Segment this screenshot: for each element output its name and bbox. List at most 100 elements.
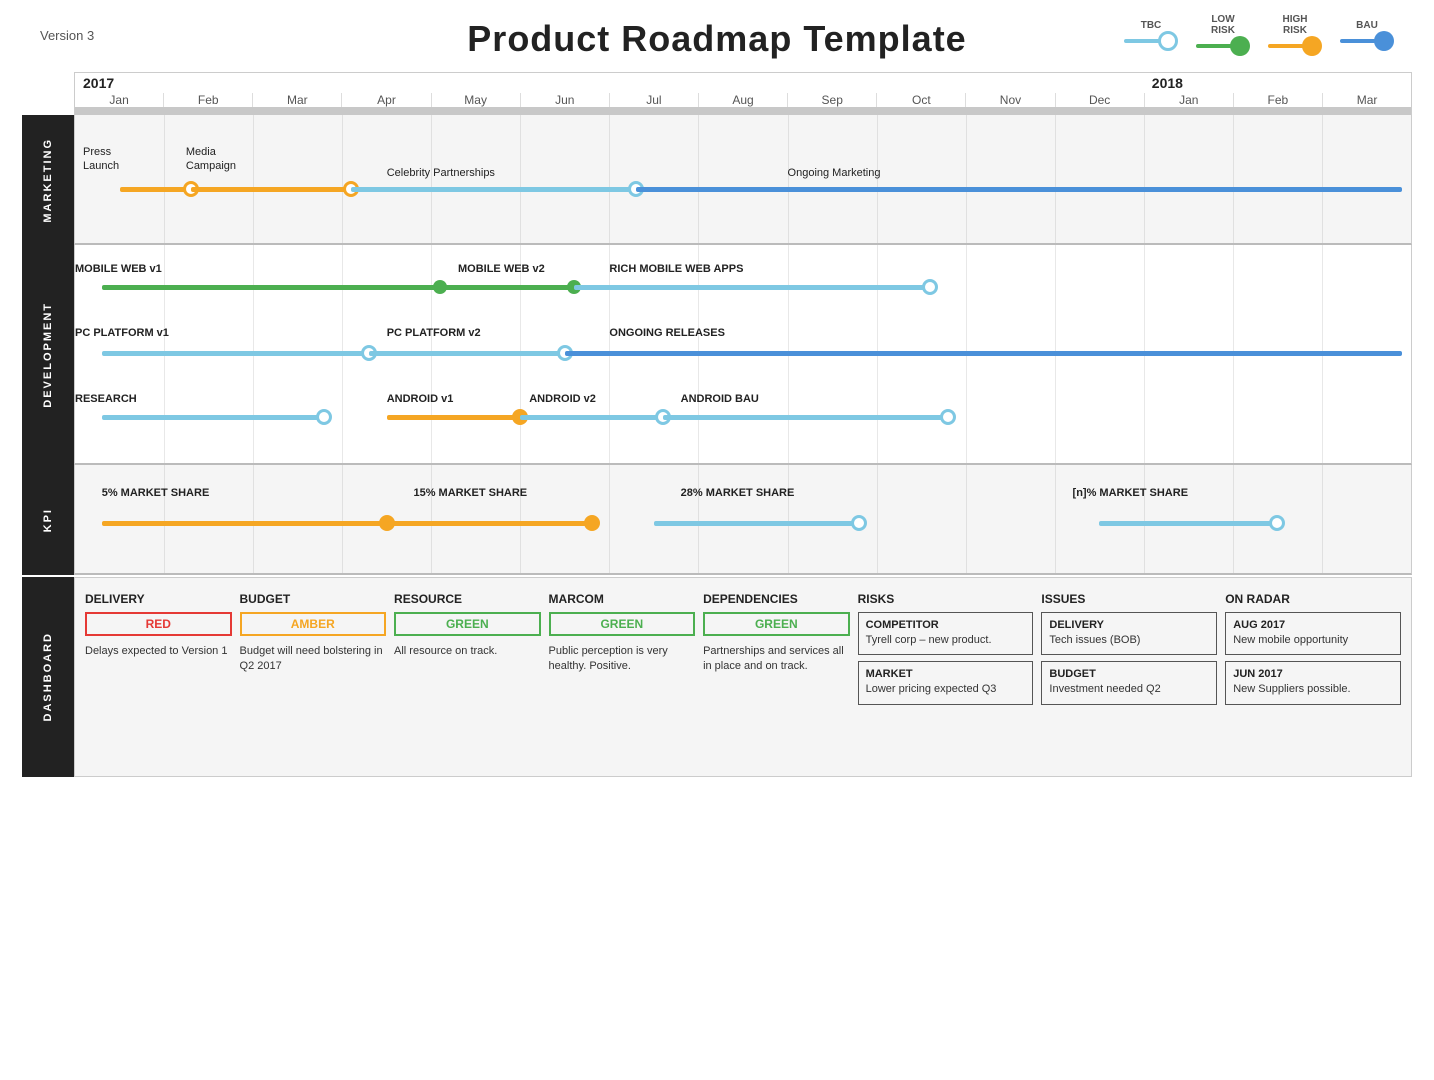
kpi-5pct-label: 5% MARKET SHARE — [102, 487, 210, 499]
kpi-gantt: 5% MARKET SHARE 15% MARKET SHARE 28% MAR… — [74, 465, 1412, 575]
marketing-bar-2 — [191, 187, 351, 192]
dash-risks: RISKS COMPETITOR Tyrell corp – new produ… — [858, 592, 1034, 762]
kpi-dot-2 — [584, 515, 600, 531]
dev-research-dot — [316, 409, 332, 425]
dashboard-label: DASHBOARD — [42, 632, 54, 722]
dash-radar-box-1-date: AUG 2017 — [1233, 619, 1393, 631]
dash-resource-badge: GREEN — [394, 612, 541, 636]
marketing-label: MARKETING — [42, 138, 54, 223]
marketing-media-campaign-label: MediaCampaign — [186, 145, 236, 174]
months-row: Jan Feb Mar Apr May Jun Jul Aug Sep Oct … — [75, 93, 1411, 107]
marketing-section: MARKETING PressLaunch — [22, 115, 1412, 245]
dash-issues-box-1-text: Tech issues (BOB) — [1049, 633, 1209, 648]
grid-line-7 — [698, 115, 699, 243]
dev-android-bau-label: ANDROID BAU — [681, 393, 759, 405]
month-may: May — [432, 93, 521, 107]
development-label: DEVELOPMENT — [42, 302, 54, 408]
sep-spacer — [22, 107, 74, 115]
legend-tbc-line — [1124, 39, 1160, 43]
dev-android-v2-label: ANDROID v2 — [529, 393, 596, 405]
month-jan: Jan — [75, 93, 164, 107]
kpi-gl-6 — [609, 465, 610, 573]
dash-risks-box-2-title: MARKET — [866, 668, 1026, 680]
grid-line-4 — [431, 115, 432, 243]
separator-bar — [74, 107, 1412, 115]
kpi-gl-13 — [1233, 465, 1234, 573]
kpi-bar-3 — [654, 521, 859, 526]
dash-issues-box-1: DELIVERY Tech issues (BOB) — [1041, 612, 1217, 655]
dash-risks-box-2-text: Lower pricing expected Q3 — [866, 682, 1026, 697]
dash-issues-title: ISSUES — [1041, 592, 1217, 606]
month-jun: Jun — [521, 93, 610, 107]
month-oct: Oct — [877, 93, 966, 107]
dev-pc-bar-3 — [565, 351, 1402, 356]
dash-marcom: MARCOM GREEN Public perception is very h… — [549, 592, 696, 762]
legend-high-risk: HIGHRISK — [1268, 14, 1322, 56]
dash-radar-box-2-text: New Suppliers possible. — [1233, 682, 1393, 697]
marketing-gantt: PressLaunch MediaCampaign Celebrity Part… — [74, 115, 1412, 245]
version-label: Version 3 — [40, 28, 94, 43]
dash-budget: BUDGET AMBER Budget will need bolstering… — [240, 592, 387, 762]
kpi-label: KPI — [42, 508, 54, 532]
dev-pc-v2-label: PC PLATFORM v2 — [387, 327, 481, 339]
year-2017: 2017 — [83, 75, 114, 91]
dash-issues-box-2-title: BUDGET — [1049, 668, 1209, 680]
grid-line-5 — [520, 115, 521, 243]
dash-dependencies-badge: GREEN — [703, 612, 850, 636]
dash-radar-box-1-text: New mobile opportunity — [1233, 633, 1393, 648]
month-jan2: Jan — [1145, 93, 1234, 107]
dev-pc-bar-2 — [369, 351, 565, 356]
grid-line-10 — [966, 115, 967, 243]
month-header-row: 2017 2018 Jan Feb Mar Apr May Jun Jul Au… — [22, 72, 1412, 107]
grid-line-9 — [877, 115, 878, 243]
dev-mobile-bar-2 — [440, 285, 574, 290]
kpi-gl-11 — [1055, 465, 1056, 573]
kpi-gl-1 — [164, 465, 165, 573]
dashboard-label-cell: DASHBOARD — [22, 577, 74, 777]
marketing-bar-3 — [351, 187, 636, 192]
dash-delivery-text: Delays expected to Version 1 — [85, 644, 232, 659]
header-spacer — [22, 72, 74, 107]
dash-resource-title: RESOURCE — [394, 592, 541, 606]
legend-bau-label: BAU — [1356, 20, 1378, 31]
grid-line-6 — [609, 115, 610, 243]
marketing-label-cell: MARKETING — [22, 115, 74, 245]
grid-line-3 — [342, 115, 343, 243]
month-mar2: Mar — [1323, 93, 1411, 107]
dashboard-section: DASHBOARD DELIVERY RED Delays expected t… — [22, 577, 1412, 777]
kpi-bar-2 — [387, 521, 592, 526]
legend-low-risk-label: LOWRISK — [1211, 14, 1235, 36]
legend-tbc-dot — [1158, 31, 1178, 51]
legend-high-line — [1268, 44, 1304, 48]
kpi-gl-14 — [1322, 465, 1323, 573]
kpi-dot-3 — [851, 515, 867, 531]
dev-android-dot-3 — [940, 409, 956, 425]
grid-line-13 — [1233, 115, 1234, 243]
dev-ongoing-releases-label: ONGOING RELEASES — [609, 327, 725, 339]
dash-dependencies-title: DEPENDENCIES — [703, 592, 850, 606]
kpi-gl-5 — [520, 465, 521, 573]
dash-delivery-title: DELIVERY — [85, 592, 232, 606]
month-header: 2017 2018 Jan Feb Mar Apr May Jun Jul Au… — [74, 72, 1412, 107]
legend-tbc: TBC — [1124, 20, 1178, 51]
legend-bau-line — [1340, 39, 1376, 43]
kpi-section: KPI 5% MARKET SHARE — [22, 465, 1412, 575]
year-2018: 2018 — [1152, 75, 1183, 91]
kpi-gl-12 — [1144, 465, 1145, 573]
dash-risks-box-1-title: COMPETITOR — [866, 619, 1026, 631]
dev-android-v1-label: ANDROID v1 — [387, 393, 454, 405]
dev-pc-v1-label: PC PLATFORM v1 — [75, 327, 169, 339]
dev-mobile-bar-3 — [574, 285, 930, 290]
dev-research-label: RESEARCH — [75, 393, 137, 405]
dash-resource-text: All resource on track. — [394, 644, 541, 659]
month-mar: Mar — [253, 93, 342, 107]
legend: TBC LOWRISK HIGHRISK — [1124, 14, 1394, 56]
kpi-label-cell: KPI — [22, 465, 74, 575]
month-jul: Jul — [610, 93, 699, 107]
dash-radar-box-2: JUN 2017 New Suppliers possible. — [1225, 661, 1401, 704]
dash-on-radar: ON RADAR AUG 2017 New mobile opportunity… — [1225, 592, 1401, 762]
dev-mobile-web-v2-label: MOBILE WEB v2 — [458, 263, 545, 275]
dashboard-content: DELIVERY RED Delays expected to Version … — [74, 577, 1412, 777]
grid-line-2 — [253, 115, 254, 243]
dev-research-bar — [102, 415, 325, 420]
